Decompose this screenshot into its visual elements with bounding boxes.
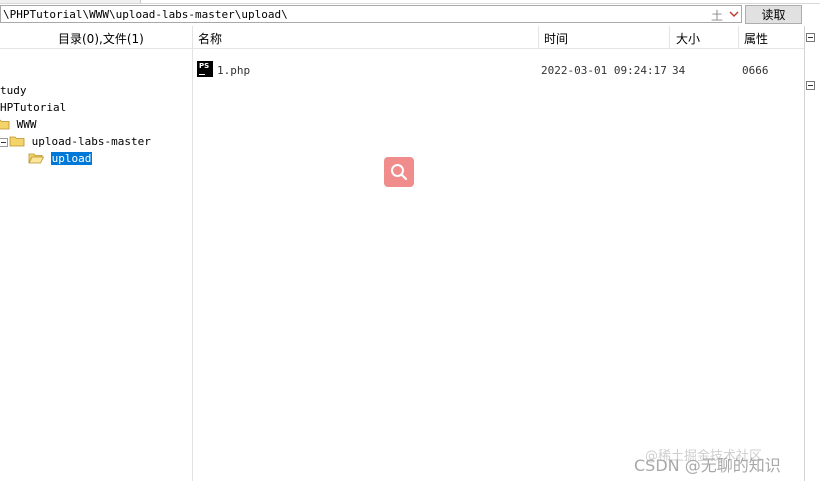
directory-tree: tudy HPTutorial WWW upload-labs-master u… <box>0 49 192 481</box>
column-header: 目录(0),文件(1) 名称 时间 大小 属性 <box>0 26 805 49</box>
column-attr[interactable]: 属性 <box>744 30 768 47</box>
search-overlay-button[interactable] <box>384 157 414 187</box>
tree-node-label: tudy <box>0 84 27 97</box>
column-separator[interactable] <box>669 26 670 48</box>
folder-icon <box>9 136 25 147</box>
folder-icon <box>0 119 10 130</box>
read-button[interactable]: 读取 <box>745 5 802 24</box>
file-row[interactable]: PS 1.php 2022-03-01 09:24:17 34 0666 <box>193 60 803 78</box>
folder-open-icon <box>28 153 44 164</box>
tree-node-label: WWW <box>16 118 37 131</box>
file-attr: 0666 <box>742 64 769 77</box>
tree-summary: 目录(0),文件(1) <box>58 32 144 46</box>
tree-node-label: HPTutorial <box>0 101 67 114</box>
window-top-edge <box>0 0 820 4</box>
window-tab-edge <box>140 0 820 3</box>
file-size: 34 <box>672 64 686 77</box>
collapse-icon[interactable] <box>0 138 8 147</box>
path-input[interactable]: \PHPTutorial\WWW\upload-labs-master\uplo… <box>0 5 742 23</box>
column-separator[interactable] <box>538 26 539 48</box>
tree-node[interactable]: upload-labs-master <box>9 135 151 149</box>
pane-divider[interactable] <box>192 26 193 481</box>
tree-node-selected[interactable]: upload <box>28 152 93 166</box>
tree-node[interactable]: WWW <box>0 118 37 132</box>
collapse-icon[interactable] <box>806 33 815 42</box>
tree-node[interactable]: tudy <box>0 84 27 98</box>
ime-indicator: 土 <box>711 9 724 23</box>
chevron-down-icon[interactable] <box>728 8 740 20</box>
right-side-panel <box>804 26 820 481</box>
column-time[interactable]: 时间 <box>544 30 568 47</box>
column-name[interactable]: 名称 <box>198 30 222 47</box>
search-icon <box>391 164 408 181</box>
column-separator[interactable] <box>738 26 739 48</box>
file-name: 1.php <box>217 64 251 77</box>
tree-node[interactable]: HPTutorial <box>0 101 66 115</box>
column-size[interactable]: 大小 <box>676 30 700 47</box>
path-text: \PHPTutorial\WWW\upload-labs-master\uplo… <box>3 8 288 21</box>
tree-node-label: upload <box>50 152 93 165</box>
phpstorm-file-icon: PS <box>197 61 213 77</box>
tree-node-label: upload-labs-master <box>31 135 151 148</box>
collapse-icon[interactable] <box>806 81 815 90</box>
file-time: 2022-03-01 09:24:17 <box>541 64 667 77</box>
watermark-csdn: CSDN @无聊的知识 <box>634 456 781 475</box>
